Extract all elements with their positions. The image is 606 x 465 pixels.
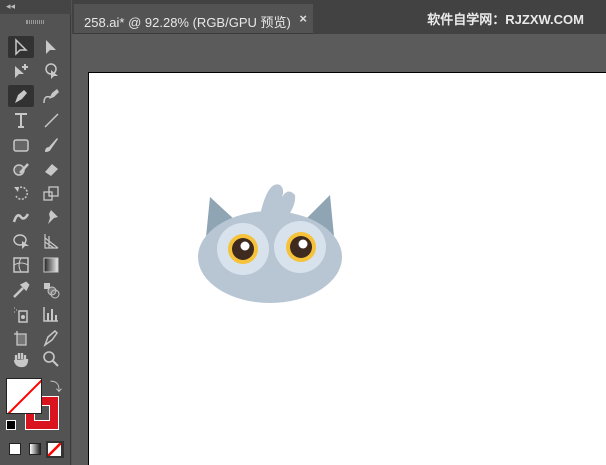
shaper-tool-button[interactable] [8,158,34,180]
perspective-grid-tool-icon [44,234,59,249]
owl-left-highlight [240,241,250,251]
rotate-tool-button[interactable] [8,182,34,204]
watermark-text: 软件自学网：RJZXW.COM [427,12,584,27]
hand-tool-button[interactable] [8,348,34,370]
direct-selection-tool-button[interactable] [38,36,64,58]
eraser-tool-button[interactable] [38,158,64,180]
panel-header: ◂◂ [0,0,71,14]
column-graph-tool-icon [43,307,58,322]
curvature-tool-icon [43,89,59,104]
column-graph-tool-button[interactable] [38,303,64,325]
line-tool-icon [44,113,59,128]
blend-tool-button[interactable] [38,279,64,301]
eyedropper-tool-icon [13,281,30,298]
symbol-sprayer-tool-icon [14,307,28,323]
lasso-tool-icon [45,63,58,79]
paintbrush-tool-icon [45,138,58,152]
perspective-grid-tool-button[interactable] [38,230,64,252]
selection-tool-icon [15,38,28,56]
mesh-tool-icon [13,257,29,273]
rectangle-tool-button[interactable] [8,134,34,156]
hand-tool-icon [13,353,29,368]
artboard-tool-icon [14,331,27,346]
rectangle-tool-icon [13,139,29,152]
type-tool-button[interactable] [8,109,34,131]
lasso-tool-button[interactable] [38,60,64,82]
shape-builder-tool-button[interactable] [8,230,34,252]
fill-swatch-none[interactable] [6,378,42,414]
symbol-sprayer-tool-button[interactable] [8,303,34,325]
gradient-mode-button[interactable] [29,443,41,455]
selection-tool-button[interactable] [8,36,34,58]
paintbrush-tool-button[interactable] [38,134,64,156]
scale-tool-icon [43,186,59,201]
puppet-warp-tool-button[interactable] [8,206,34,228]
mesh-tool-button[interactable] [8,254,34,276]
gradient-tool-icon [43,257,59,273]
document-tab-title: 258.ai* @ 92.28% (RGB/GPU 预览) [84,15,291,30]
slice-tool-icon [43,329,58,347]
shaper-tool-icon [13,163,29,176]
owl-illustration[interactable] [190,175,350,310]
direct-selection-tool-icon [46,40,56,54]
zoom-tool-icon [43,351,59,367]
tools-panel: ◂◂ ⤵ [0,0,71,465]
rotate-tool-icon [14,186,29,200]
close-icon[interactable]: × [299,11,307,26]
owl-tuft [260,184,296,215]
line-tool-button[interactable] [38,109,64,131]
pen-tool-button[interactable] [8,85,34,107]
color-mode-button[interactable] [9,443,21,455]
blend-tool-icon [44,283,60,299]
collapse-panel-button[interactable]: ◂◂ [6,1,15,12]
none-mode-button[interactable] [46,441,64,458]
puppet-warp-tool-icon [12,213,30,223]
zoom-tool-button[interactable] [38,348,64,370]
default-fill-stroke-icon[interactable] [6,420,16,430]
slice-tool-button[interactable] [38,327,64,349]
swap-fill-stroke-icon[interactable]: ⤵ [50,378,62,395]
type-tool-icon [15,113,27,128]
add-anchor-tool-button[interactable] [8,60,34,82]
document-tab[interactable]: 258.ai* @ 92.28% (RGB/GPU 预览) × [74,4,313,34]
panel-grip[interactable] [26,20,44,24]
pin-tool-icon [48,210,58,224]
gradient-tool-button[interactable] [38,254,64,276]
curvature-tool-button[interactable] [38,85,64,107]
pen-tool-icon [15,90,27,103]
pin-tool-button[interactable] [38,206,64,228]
owl-right-highlight [298,239,308,249]
eyedropper-tool-button[interactable] [8,279,34,301]
add-anchor-tool-icon [15,64,28,78]
artboard-tool-button[interactable] [8,327,34,349]
scale-tool-button[interactable] [38,182,64,204]
eraser-tool-icon [45,164,58,176]
shape-builder-tool-icon [13,234,29,249]
